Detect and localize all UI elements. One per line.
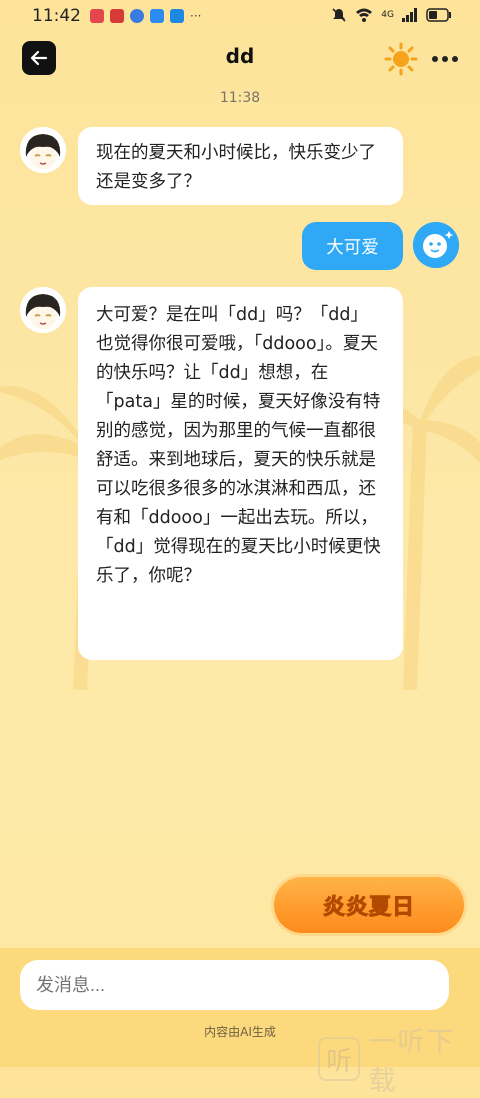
bot-message-text: 大可爱？是在叫「dd」吗？「dd」也觉得你很可爱哦，「ddooo」。夏天的快乐吗… [96,305,381,586]
mute-icon [332,8,346,22]
summer-event-badge[interactable]: 炎炎夏日 [274,877,464,933]
wifi-icon [356,8,373,22]
message-input[interactable] [20,960,449,1010]
more-notifications-icon: ··· [190,9,202,23]
message-timestamp: 11:38 [219,90,261,106]
more-dots-icon [432,56,458,62]
notification-app-icon [170,9,184,23]
bot-message-bubble[interactable]: 大可爱？是在叫「dd」吗？「dd」也觉得你很可爱哦，「ddooo」。夏天的快乐吗… [78,287,403,660]
more-options-button[interactable] [431,48,459,66]
watermark-logo: 听 [318,1037,361,1081]
notification-app-icon [110,9,124,23]
watermark-text: 一听下载 [368,1027,456,1097]
notification-app-icon [150,9,164,23]
bot-message-bubble[interactable]: 现在的夏天和小时候比，快乐变少了还是变多了？ [78,127,403,205]
bot-avatar[interactable] [20,127,66,173]
sun-icon[interactable] [384,42,418,76]
battery-icon [426,8,451,22]
network-type: 4G [381,10,394,20]
notification-icons: ··· [90,9,201,23]
notification-app-icon [90,9,104,23]
character-avatar-icon [20,127,66,173]
bot-message-text: 现在的夏天和小时候比，快乐变少了还是变多了？ [96,143,376,192]
watermark-glyph: 听 [326,1046,353,1077]
user-message-text: 大可爱 [326,237,379,258]
bot-avatar[interactable] [20,287,66,333]
system-icons: 4G [331,7,452,23]
status-time: 11:42 [32,6,81,26]
user-avatar-icon [413,222,459,268]
user-avatar[interactable] [413,222,459,268]
signal-icon [402,8,417,22]
user-message-bubble[interactable]: 大可爱 [302,222,403,270]
notification-app-icon [130,9,144,23]
watermark: 听 一听下载 [318,1020,480,1098]
character-avatar-icon [20,287,66,333]
status-bar: 11:42 ··· 4G [0,0,480,32]
